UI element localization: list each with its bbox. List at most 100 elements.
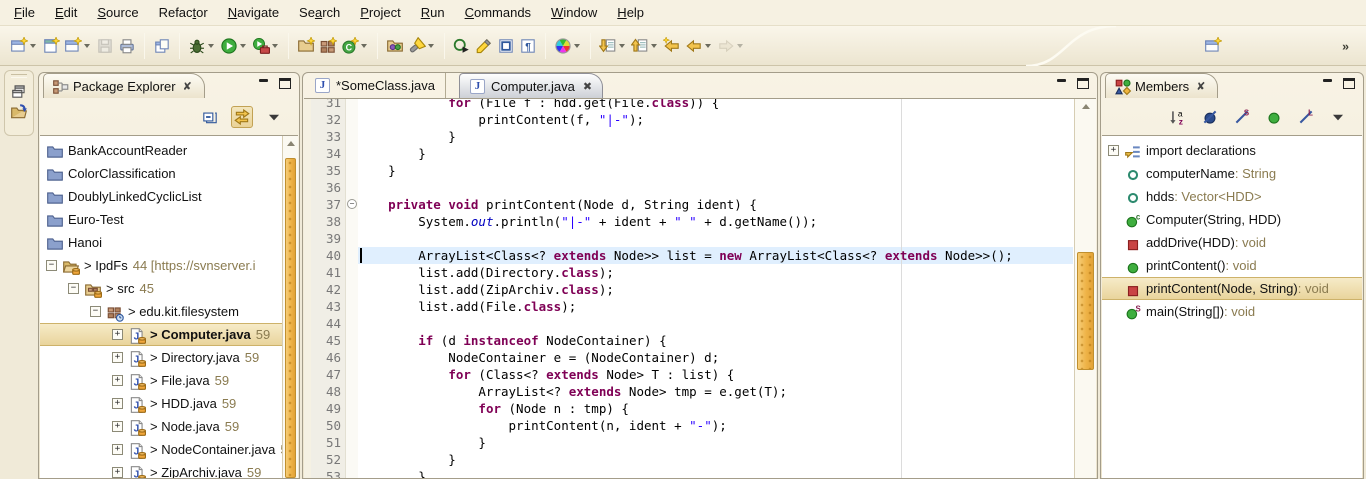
collapse-icon[interactable]: − xyxy=(46,260,57,271)
expand-icon[interactable]: + xyxy=(112,421,123,432)
tree-item[interactable]: BankAccountReader xyxy=(40,139,298,162)
debug-button[interactable] xyxy=(186,31,218,61)
new-view-button[interactable] xyxy=(62,31,94,61)
tree-item[interactable]: +J> ZipArchiv.java59 xyxy=(40,461,298,478)
menu-project[interactable]: Project xyxy=(350,2,410,23)
tree-item[interactable]: −> src45 xyxy=(40,277,298,300)
maximize-button[interactable] xyxy=(1077,78,1089,89)
tree-item[interactable]: +J> Directory.java59 xyxy=(40,346,298,369)
hide-fields-button[interactable] xyxy=(1199,106,1221,128)
maximize-button[interactable] xyxy=(279,78,291,89)
restore-views-icon[interactable] xyxy=(10,82,28,100)
expand-icon[interactable]: + xyxy=(112,329,123,340)
scroll-up-arrow[interactable] xyxy=(283,136,298,151)
member-item[interactable]: addDrive(HDD) : void xyxy=(1102,231,1362,254)
tree-item[interactable]: +J> File.java59 xyxy=(40,369,298,392)
save-button[interactable] xyxy=(94,31,116,61)
tree-item[interactable]: Euro-Test xyxy=(40,208,298,231)
color-wheel-button[interactable] xyxy=(552,31,584,61)
run-history-button[interactable] xyxy=(451,31,473,61)
show-selected-element-button[interactable] xyxy=(495,31,517,61)
back-dropdown[interactable] xyxy=(703,37,713,55)
tree-item[interactable]: +J> Node.java59 xyxy=(40,415,298,438)
forward-dropdown[interactable] xyxy=(735,37,745,55)
scrollbar-thumb[interactable] xyxy=(1077,252,1094,370)
next-annotation-button[interactable] xyxy=(597,31,629,61)
fast-view-folder-icon[interactable] xyxy=(10,103,28,121)
scrollbar-thumb[interactable] xyxy=(285,158,296,478)
sort-button[interactable]: az xyxy=(1167,106,1189,128)
tree-item[interactable]: −> edu.kit.filesystem xyxy=(40,300,298,323)
member-item[interactable]: Smain(String[]) : void xyxy=(1102,300,1362,323)
tree-item[interactable]: +J> Computer.java59 xyxy=(40,323,298,346)
member-item[interactable]: +import declarations xyxy=(1102,139,1362,162)
member-item[interactable]: printContent(Node, String) : void xyxy=(1102,277,1362,300)
minimize-button[interactable] xyxy=(1057,78,1069,89)
editor-tab-someclassjava[interactable]: J*SomeClass.java xyxy=(305,73,446,98)
expand-icon[interactable]: + xyxy=(1108,145,1119,156)
external-tools-dropdown[interactable] xyxy=(270,37,280,55)
tree-item[interactable]: +J> NodeContainer.java59 xyxy=(40,438,298,461)
expand-icon[interactable]: + xyxy=(112,444,123,455)
minimize-button[interactable] xyxy=(259,78,271,89)
new-editor-button[interactable] xyxy=(40,31,62,61)
package-explorer-scrollbar[interactable] xyxy=(282,136,298,478)
last-edit-location-button[interactable] xyxy=(661,31,683,61)
new-java-package-button[interactable] xyxy=(317,31,339,61)
menu-file[interactable]: File xyxy=(4,2,45,23)
perspective-overflow-button[interactable]: » xyxy=(1330,31,1360,61)
fast-view-drag-handle[interactable] xyxy=(11,74,27,78)
new-wizard-dropdown[interactable] xyxy=(28,37,38,55)
print-button[interactable] xyxy=(116,31,138,61)
view-menu-button[interactable] xyxy=(263,106,285,128)
run-button[interactable] xyxy=(218,31,250,61)
tree-item[interactable]: −> IpdFs44 [https://svnserver.i xyxy=(40,254,298,277)
run-dropdown[interactable] xyxy=(238,37,248,55)
menu-help[interactable]: Help xyxy=(607,2,654,23)
view-menu-button[interactable] xyxy=(1327,106,1349,128)
menu-edit[interactable]: Edit xyxy=(45,2,87,23)
show-whitespace-button[interactable]: ¶ xyxy=(517,31,539,61)
members-tab[interactable]: Members ✘ xyxy=(1105,73,1218,98)
hide-local-types-button[interactable]: L xyxy=(1295,106,1317,128)
close-icon[interactable]: ✖ xyxy=(581,80,592,93)
tree-item[interactable]: Hanoi xyxy=(40,231,298,254)
member-item[interactable]: cComputer(String, HDD) xyxy=(1102,208,1362,231)
scroll-up-arrow[interactable] xyxy=(1075,99,1096,114)
collapse-icon[interactable]: − xyxy=(68,283,79,294)
new-class-dropdown[interactable] xyxy=(359,37,369,55)
expand-icon[interactable]: + xyxy=(112,398,123,409)
editor-gutter[interactable]: 3132333435363738394041424344454647484950… xyxy=(304,99,358,478)
link-with-editor-button[interactable] xyxy=(231,106,253,128)
new-java-project-button[interactable] xyxy=(295,31,317,61)
hide-static-button[interactable]: S xyxy=(1231,106,1253,128)
search-button[interactable] xyxy=(406,31,438,61)
menu-search[interactable]: Search xyxy=(289,2,350,23)
menu-window[interactable]: Window xyxy=(541,2,607,23)
open-perspective-button[interactable] xyxy=(1202,31,1224,61)
next-annotation-dropdown[interactable] xyxy=(617,37,627,55)
search-dropdown[interactable] xyxy=(426,37,436,55)
close-icon[interactable]: ✘ xyxy=(181,80,192,93)
expand-icon[interactable]: + xyxy=(112,467,123,478)
tree-item[interactable]: +J> HDD.java59 xyxy=(40,392,298,415)
forward-button[interactable] xyxy=(715,31,747,61)
editor-tab-computerjava[interactable]: JComputer.java✖ xyxy=(459,73,603,98)
package-explorer-tab[interactable]: Package Explorer ✘ xyxy=(43,73,205,98)
collapse-icon[interactable]: − xyxy=(90,306,101,317)
menu-refactor[interactable]: Refactor xyxy=(149,2,218,23)
maximize-button[interactable] xyxy=(1343,78,1355,89)
close-icon[interactable]: ✘ xyxy=(1194,80,1205,93)
show-public-button[interactable] xyxy=(1263,106,1285,128)
menu-run[interactable]: Run xyxy=(411,2,455,23)
member-item[interactable]: computerName : String xyxy=(1102,162,1362,185)
color-wheel-dropdown[interactable] xyxy=(572,37,582,55)
tree-item[interactable]: DoublyLinkedCyclicList xyxy=(40,185,298,208)
member-item[interactable]: printContent() : void xyxy=(1102,254,1362,277)
open-task-button[interactable] xyxy=(384,31,406,61)
editor-scrollbar[interactable] xyxy=(1074,99,1096,478)
minimize-button[interactable] xyxy=(1323,78,1335,89)
expand-icon[interactable]: + xyxy=(112,352,123,363)
debug-dropdown[interactable] xyxy=(206,37,216,55)
external-tools-button[interactable] xyxy=(250,31,282,61)
